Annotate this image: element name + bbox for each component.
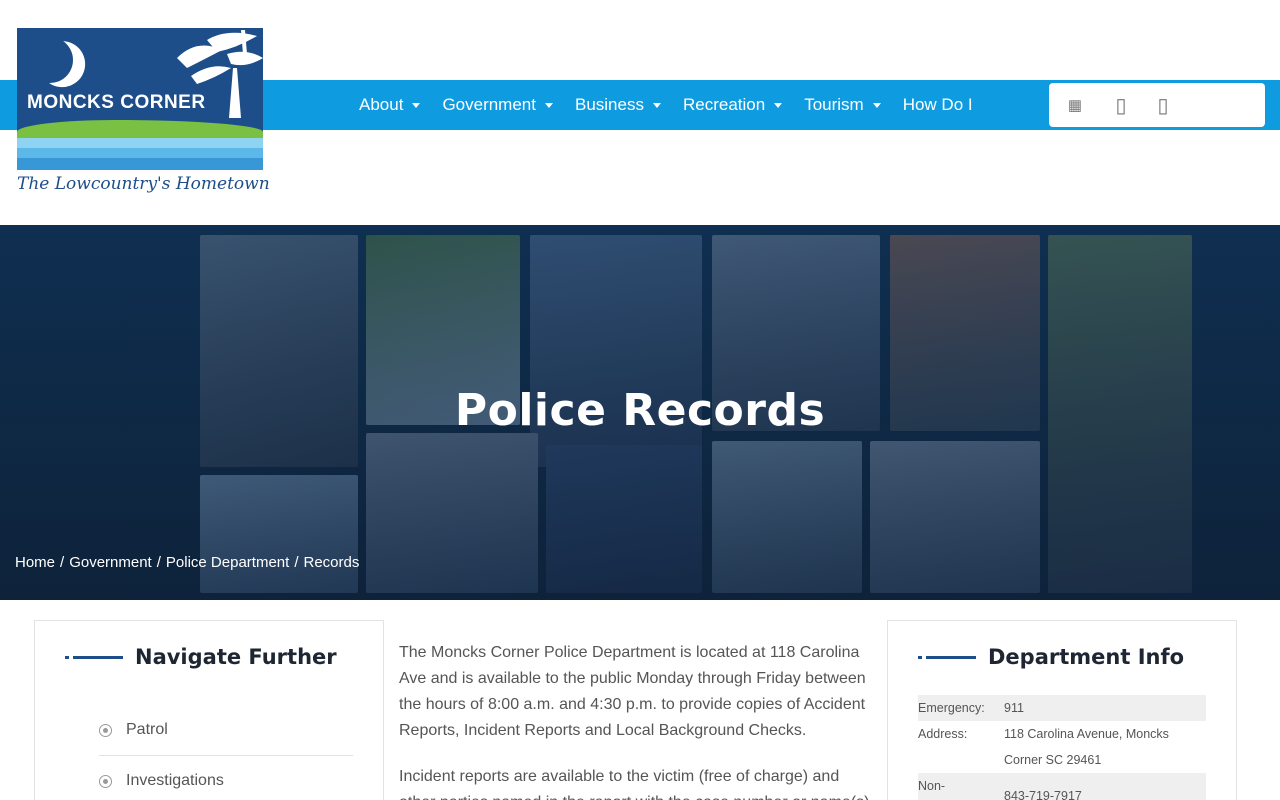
breadcrumb-separator: / (294, 554, 299, 571)
content-paragraph: The Moncks Corner Police Department is l… (399, 644, 866, 739)
chevron-down-icon (652, 102, 661, 108)
bullet-circle-icon (99, 723, 112, 737)
info-label: Non- (918, 779, 946, 793)
crescent-moon-icon (21, 31, 80, 90)
list-item-label: Investigations (126, 772, 224, 789)
info-label: Emergency: (918, 701, 985, 715)
nav-tools: ▦ ▯ ▯ (1049, 83, 1265, 127)
logo-emblem: MONCKS CORNER (17, 28, 263, 170)
navigate-further-heading: Navigate Further (65, 645, 337, 669)
list-item-patrol[interactable]: Patrol (99, 705, 353, 756)
site-logo[interactable]: MONCKS CORNER The Lowcountry's Hometown (17, 28, 270, 200)
box-icon-1[interactable]: ▯ (1109, 83, 1133, 127)
department-info-table: Emergency: 911 Address: 118 Carolina Ave… (918, 695, 1206, 800)
breadcrumb-separator: / (156, 554, 161, 571)
list-item-label: Patrol (126, 721, 168, 738)
chevron-down-icon (774, 102, 783, 108)
nav-item-about[interactable]: About (359, 95, 421, 115)
info-row-emergency: Emergency: 911 (918, 695, 1206, 721)
nav-item-label: Recreation (682, 95, 766, 114)
breadcrumb-separator: / (60, 554, 65, 571)
chevron-down-icon (544, 102, 553, 108)
hero-banner: Police Records Home / Government / Police De… (0, 225, 1280, 600)
navigate-further-card: Navigate Further Patrol Investigations (34, 620, 384, 800)
nav-item-recreation[interactable]: Recreation (682, 95, 783, 115)
info-value: 118 Carolina Avenue, Moncks Corner SC 29… (1004, 727, 1169, 767)
navigate-further-list: Patrol Investigations (99, 705, 353, 800)
chevron-down-icon (872, 102, 881, 108)
info-value[interactable]: 843-719-7917 (1004, 787, 1206, 800)
heading-text: Navigate Further (135, 645, 337, 669)
heading-text: Department Info (988, 645, 1185, 669)
department-info-card: Department Info Emergency: 911 Address: … (887, 620, 1237, 800)
chevron-down-icon (412, 102, 421, 108)
breadcrumb-records: Records (303, 554, 360, 571)
nav-item-label: Business (574, 95, 644, 114)
content-paragraph: Incident reports are available to the vi… (399, 768, 869, 800)
box-icon-2[interactable]: ▯ (1151, 83, 1175, 127)
logo-name: MONCKS CORNER (27, 92, 206, 113)
nav-item-government[interactable]: Government (442, 95, 553, 115)
nav-item-business[interactable]: Business (575, 95, 661, 115)
bullet-circle-icon (99, 774, 112, 788)
list-item-investigations[interactable]: Investigations (99, 756, 353, 800)
logo-water-band (17, 158, 263, 170)
grid-icon[interactable]: ▦ (1063, 83, 1087, 127)
info-label: Address: (918, 727, 968, 741)
nav-item-label: Tourism (804, 95, 864, 114)
info-row-address: Address: 118 Carolina Avenue, Moncks Cor… (918, 721, 1206, 773)
main-content: The Moncks Corner Police Department is l… (399, 640, 871, 800)
nav-item-how-do-i[interactable]: How Do I (903, 95, 973, 115)
logo-tagline: The Lowcountry's Hometown (17, 174, 270, 194)
breadcrumb-government[interactable]: Government (69, 554, 152, 571)
info-value[interactable]: 911 (1004, 699, 1206, 717)
nav-item-label: About (359, 95, 404, 114)
info-row-non-emergency: Non- 843-719-7917 (918, 773, 1206, 800)
heading-accent (65, 655, 123, 659)
heading-accent (918, 655, 976, 659)
breadcrumb: Home / Government / Police Department / Record… (15, 554, 359, 571)
nav-item-label: How Do I (902, 95, 973, 114)
breadcrumb-home[interactable]: Home (15, 554, 55, 571)
page-title: Police Records (454, 385, 826, 436)
nav-item-label: Government (442, 95, 536, 114)
main-nav: About Government Business Recreation Tou… (359, 80, 995, 130)
logo-water-band (17, 148, 263, 158)
breadcrumb-police-department[interactable]: Police Department (166, 554, 289, 571)
department-info-heading: Department Info (918, 645, 1184, 669)
nav-item-tourism[interactable]: Tourism (804, 95, 881, 115)
